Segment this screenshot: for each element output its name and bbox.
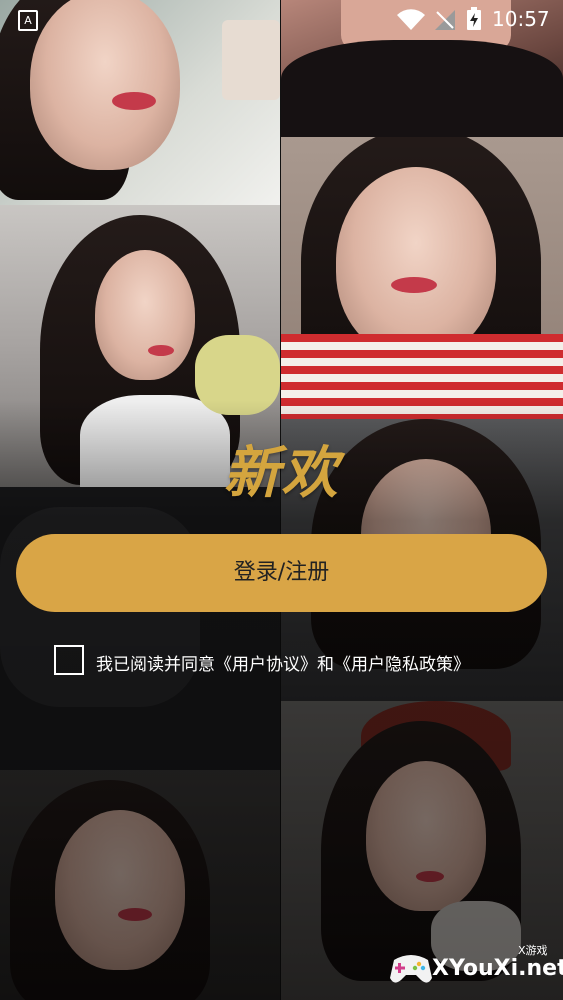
watermark-tag-text: X游戏 <box>518 944 548 957</box>
watermark-site-text: XYouXi.net <box>432 956 563 981</box>
sim-icon: A <box>18 10 38 31</box>
login-register-button[interactable]: 登录/注册 <box>16 534 547 612</box>
login-screen: A 10:57 新欢 登录/注册 我已阅读并同意《用户协议》和《用户隐私政策》 <box>0 0 563 1000</box>
signal-off-icon <box>435 10 455 30</box>
photo-tile <box>0 487 280 770</box>
privacy-policy-link[interactable]: 《用户隐私政策》 <box>334 655 470 675</box>
status-bar: A 10:57 <box>0 0 563 36</box>
site-watermark: XYouXi.net X游戏 <box>388 942 563 994</box>
photo-tile <box>281 137 563 419</box>
photo-tile <box>0 770 280 1000</box>
agreement-conjunction: 和 <box>317 655 334 675</box>
app-title: 新欢 <box>223 441 340 506</box>
user-agreement-link[interactable]: 《用户协议》 <box>215 655 317 675</box>
agreement-checkbox[interactable] <box>54 645 84 675</box>
agreement-text: 我已阅读并同意《用户协议》和《用户隐私政策》 <box>96 650 470 675</box>
wifi-icon <box>397 9 425 30</box>
gamepad-logo-icon <box>390 955 432 983</box>
battery-charging-icon <box>467 7 481 30</box>
status-clock: 10:57 <box>492 7 550 31</box>
agreement-prefix: 我已阅读并同意 <box>96 655 215 675</box>
